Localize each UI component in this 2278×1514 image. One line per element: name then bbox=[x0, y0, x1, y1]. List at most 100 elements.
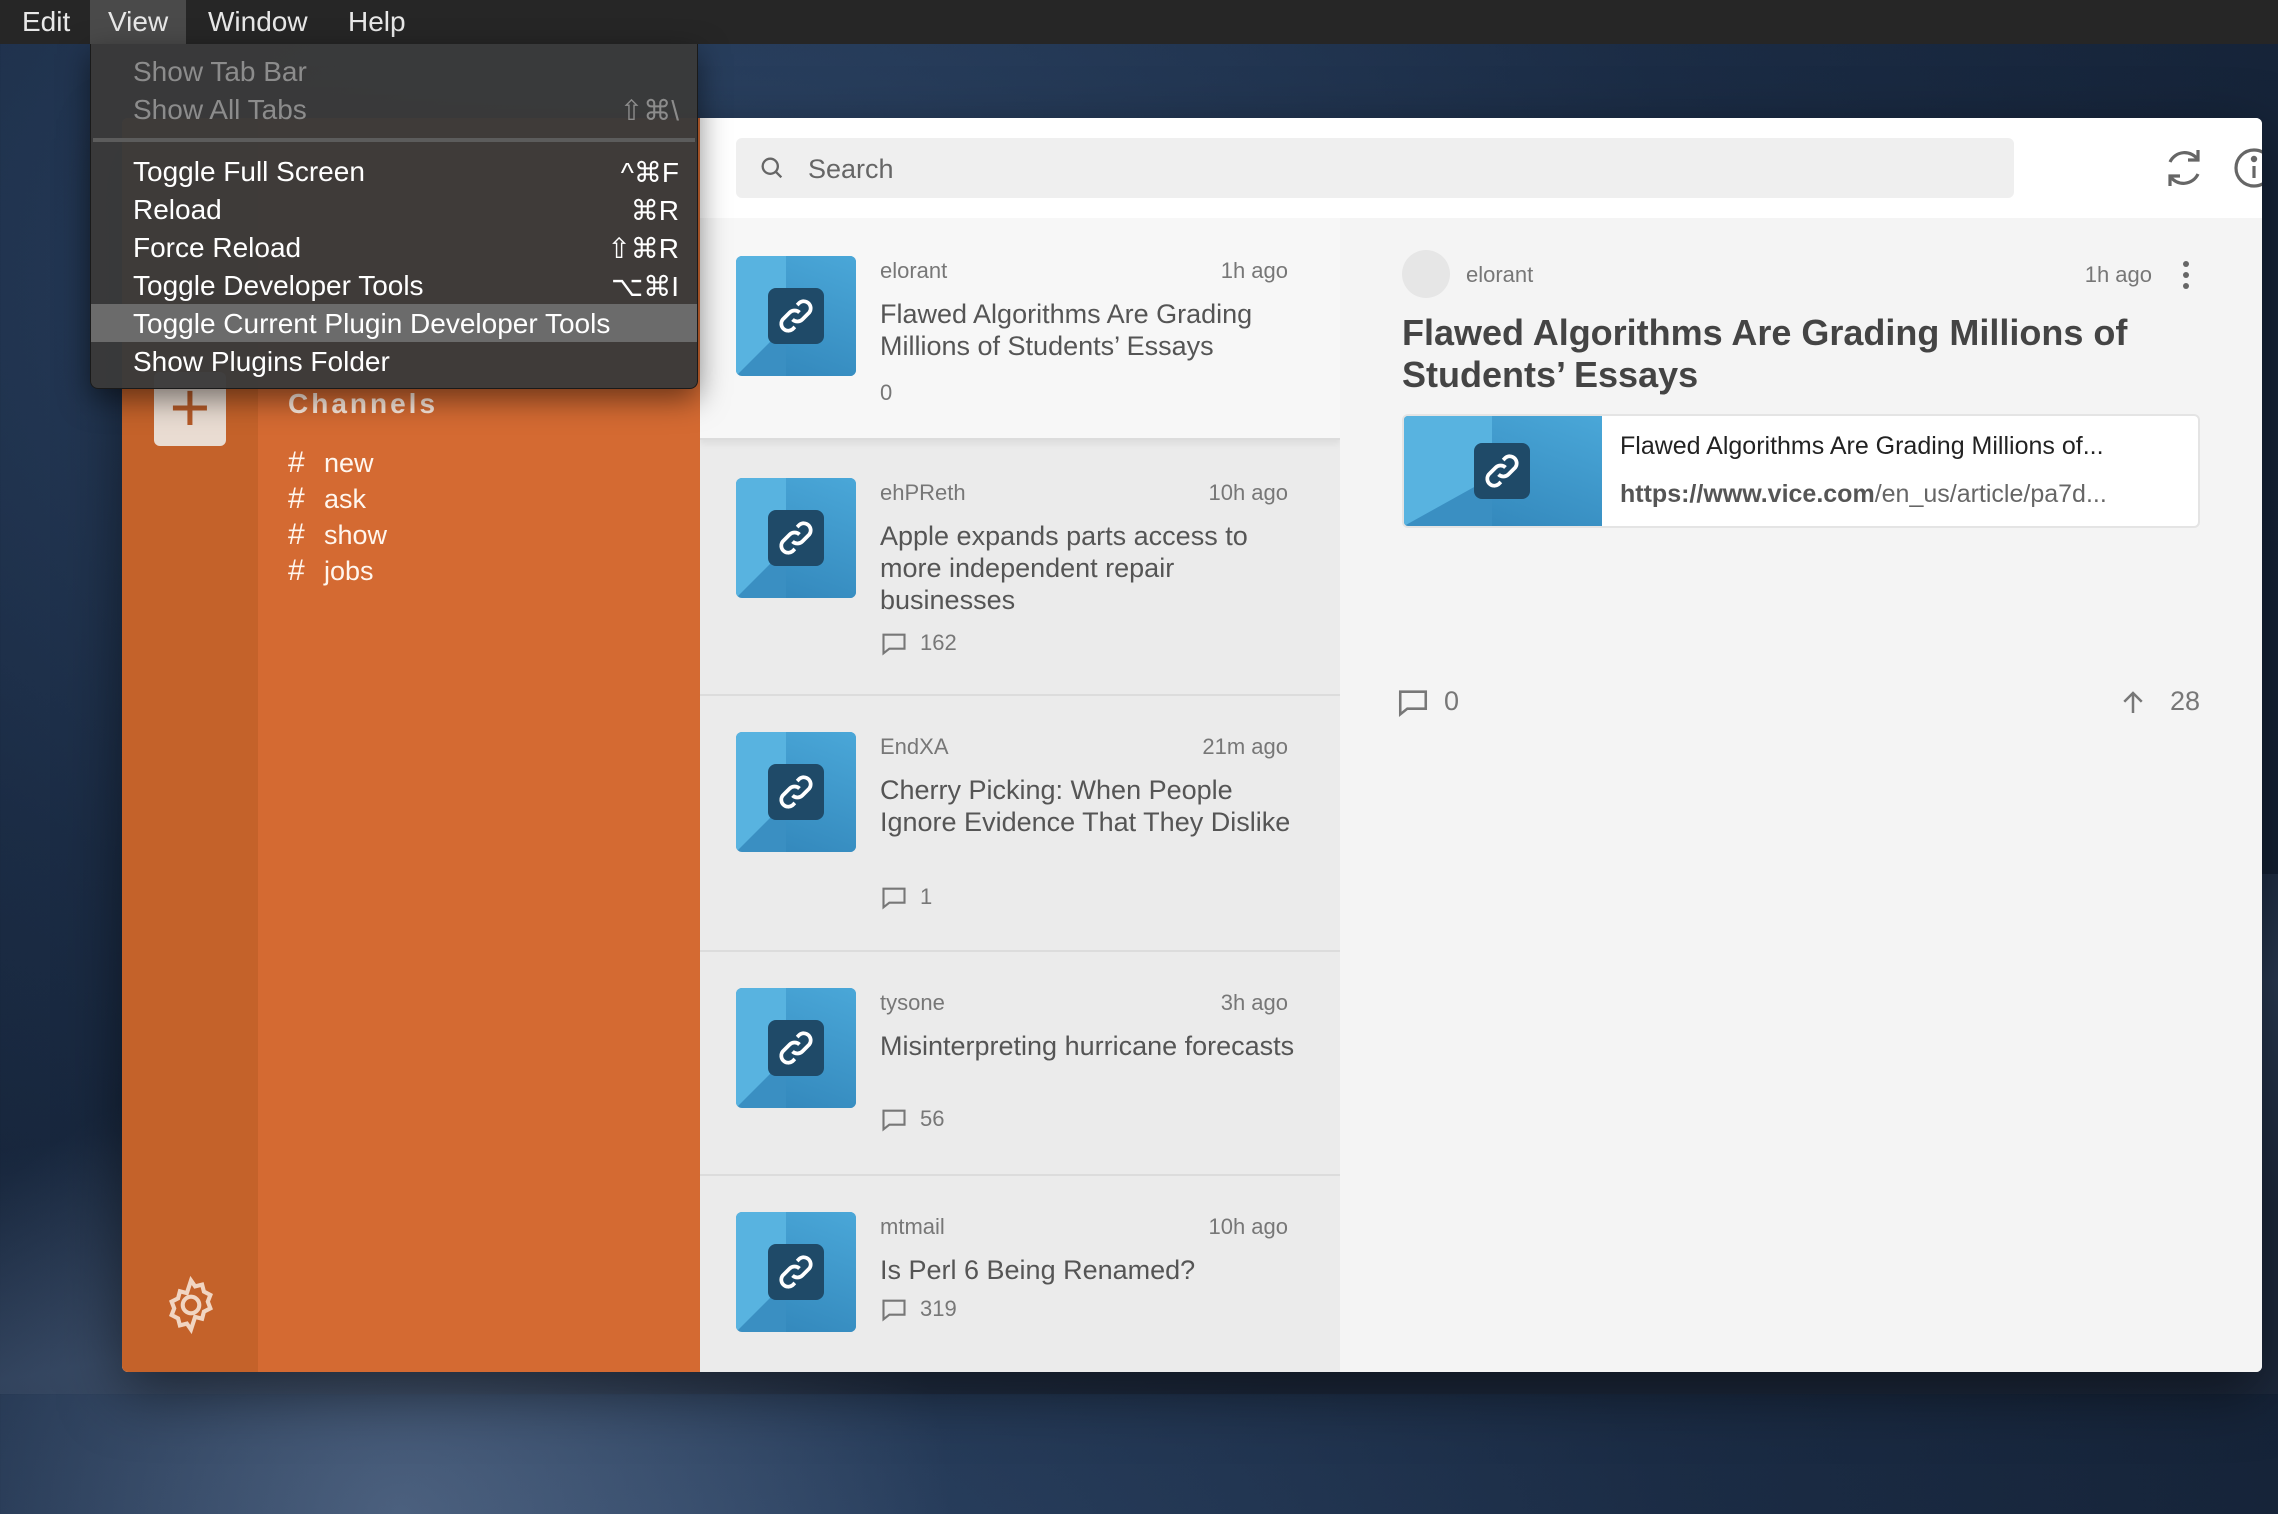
search-input[interactable] bbox=[806, 146, 1990, 192]
menu-separator bbox=[93, 138, 695, 142]
channel-new[interactable]: # new bbox=[288, 446, 374, 480]
menu-help[interactable]: Help bbox=[330, 0, 424, 44]
post-title[interactable]: Apple expands parts access to more indep… bbox=[880, 520, 1300, 616]
menu-item-show-tab-bar[interactable]: Show Tab Bar bbox=[91, 52, 697, 90]
list-item[interactable]: EndXA 21m ago Cherry Picking: When Peopl… bbox=[700, 696, 1340, 952]
post-comment-count: 56 bbox=[920, 1106, 945, 1131]
post-time: 3h ago bbox=[1220, 990, 1288, 1015]
list-item[interactable]: elorant 1h ago Flawed Algorithms Are Gra… bbox=[700, 218, 1340, 440]
menu-item-label: Reload bbox=[133, 194, 222, 225]
channel-label: ask bbox=[324, 484, 367, 514]
info-icon[interactable] bbox=[2230, 144, 2262, 192]
post-comments[interactable]: 1 bbox=[880, 884, 932, 912]
comment-icon bbox=[882, 633, 906, 656]
hash-icon: # bbox=[288, 518, 305, 551]
link-thumbnail bbox=[736, 1212, 856, 1332]
channel-show[interactable]: # show bbox=[288, 518, 387, 552]
list-item[interactable]: ehPReth 10h ago Apple expands parts acce… bbox=[700, 440, 1340, 696]
menu-item-label: Force Reload bbox=[133, 232, 302, 263]
link-thumbnail bbox=[736, 988, 856, 1108]
post-time: 10h ago bbox=[1208, 1214, 1288, 1239]
menu-item-show-all-tabs[interactable]: Show All Tabs ⇧⌘\ bbox=[91, 90, 697, 128]
menu-item-label: Toggle Current Plugin Developer Tools bbox=[133, 308, 611, 339]
hash-icon: # bbox=[288, 482, 305, 515]
post-title[interactable]: Is Perl 6 Being Renamed? bbox=[880, 1254, 1300, 1286]
refresh-icon[interactable] bbox=[2160, 144, 2208, 192]
channel-label: new bbox=[324, 448, 374, 478]
search-box bbox=[736, 138, 2014, 198]
link-icon bbox=[779, 299, 813, 333]
post-title[interactable]: Misinterpreting hurricane forecasts bbox=[880, 1030, 1300, 1062]
menu-item-shortcut: ⇧⌘\ bbox=[619, 95, 679, 126]
detail-vote-count: 28 bbox=[2169, 686, 2200, 716]
comment-icon bbox=[882, 1109, 906, 1132]
link-preview-url[interactable]: https://www.vice.com/en_us/article/pa7d.… bbox=[1620, 480, 2180, 509]
post-title[interactable]: Cherry Picking: When People Ignore Evide… bbox=[880, 774, 1300, 838]
comment-icon bbox=[882, 1299, 906, 1322]
channels-heading: Channels bbox=[288, 388, 439, 419]
post-author: ehPReth bbox=[880, 480, 966, 505]
link-preview-card[interactable]: Flawed Algorithms Are Grading Millions o… bbox=[1402, 414, 2200, 528]
link-icon bbox=[1485, 454, 1519, 488]
link-thumbnail bbox=[1404, 416, 1602, 526]
menu-item-label: Toggle Full Screen bbox=[133, 156, 365, 187]
post-title[interactable]: Flawed Algorithms Are Grading Millions o… bbox=[880, 298, 1300, 362]
link-icon bbox=[779, 1255, 813, 1289]
channel-label: jobs bbox=[324, 556, 374, 586]
menu-item-shortcut: ⇧⌘R bbox=[607, 233, 679, 264]
channel-ask[interactable]: # ask bbox=[288, 482, 366, 516]
post-comment-count: 162 bbox=[920, 630, 957, 655]
menu-item-label: Show All Tabs bbox=[133, 94, 307, 125]
menu-edit[interactable]: Edit bbox=[4, 0, 88, 44]
arrow-up-icon bbox=[2123, 691, 2143, 713]
link-icon bbox=[779, 1031, 813, 1065]
menu-item-label: Toggle Developer Tools bbox=[133, 270, 424, 301]
post-comment-count: 0 bbox=[880, 380, 893, 405]
post-comment-count: 319 bbox=[920, 1296, 957, 1321]
post-author: elorant bbox=[880, 258, 948, 283]
menu-item-toggle-developer-tools[interactable]: Toggle Developer Tools ⌥⌘I bbox=[91, 266, 697, 304]
gear-icon[interactable] bbox=[160, 1274, 222, 1336]
menu-item-reload[interactable]: Reload ⌘R bbox=[91, 190, 697, 228]
comment-icon bbox=[1398, 690, 1428, 717]
menu-item-shortcut: ⌘R bbox=[630, 195, 679, 226]
list-item[interactable]: mtmail 10h ago Is Perl 6 Being Renamed? … bbox=[700, 1176, 1340, 1372]
menu-item-shortcut: ⌥⌘I bbox=[610, 271, 679, 302]
hash-icon: # bbox=[288, 446, 305, 479]
link-thumbnail bbox=[736, 478, 856, 598]
detail-comments[interactable]: 0 bbox=[1396, 686, 1459, 720]
link-domain: https://www.vice.com bbox=[1620, 480, 1875, 508]
top-bar bbox=[700, 118, 2262, 219]
menu-item-shortcut: ^⌘F bbox=[620, 157, 679, 188]
post-time: 21m ago bbox=[1202, 734, 1288, 759]
menu-item-label: Show Tab Bar bbox=[133, 56, 307, 87]
more-options-icon[interactable] bbox=[2182, 260, 2190, 290]
menu-item-toggle-plugin-developer-tools[interactable]: Toggle Current Plugin Developer Tools bbox=[91, 304, 697, 342]
list-item[interactable]: tysone 3h ago Misinterpreting hurricane … bbox=[700, 952, 1340, 1176]
post-list: elorant 1h ago Flawed Algorithms Are Gra… bbox=[700, 218, 1340, 1372]
avatar bbox=[1402, 250, 1450, 298]
menu-item-show-plugins-folder[interactable]: Show Plugins Folder bbox=[91, 342, 697, 380]
detail-title: Flawed Algorithms Are Grading Millions o… bbox=[1402, 312, 2128, 395]
view-menu: Show Tab Bar Show All Tabs ⇧⌘\ Toggle Fu… bbox=[90, 44, 698, 389]
comment-icon bbox=[882, 887, 906, 910]
menu-item-toggle-full-screen[interactable]: Toggle Full Screen ^⌘F bbox=[91, 152, 697, 190]
link-path: /en_us/article/pa7d... bbox=[1874, 480, 2107, 508]
menu-item-label: Show Plugins Folder bbox=[133, 346, 390, 377]
post-comments[interactable]: 319 bbox=[880, 1296, 957, 1324]
menu-view[interactable]: View bbox=[90, 0, 187, 44]
post-comments[interactable]: 162 bbox=[880, 630, 957, 658]
link-thumbnail bbox=[736, 256, 856, 376]
menu-item-force-reload[interactable]: Force Reload ⇧⌘R bbox=[91, 228, 697, 266]
post-comments[interactable]: 56 bbox=[880, 1106, 944, 1134]
channel-jobs[interactable]: # jobs bbox=[288, 554, 374, 588]
detail-author[interactable]: elorant bbox=[1466, 262, 1533, 288]
hash-icon: # bbox=[288, 554, 305, 587]
menu-window[interactable]: Window bbox=[190, 0, 326, 44]
link-icon bbox=[779, 521, 813, 555]
channel-label: show bbox=[324, 520, 388, 550]
detail-votes[interactable]: 28 bbox=[2118, 686, 2200, 718]
link-preview-title: Flawed Algorithms Are Grading Millions o… bbox=[1620, 432, 2104, 460]
post-author: mtmail bbox=[880, 1214, 945, 1239]
search-icon bbox=[761, 157, 783, 179]
